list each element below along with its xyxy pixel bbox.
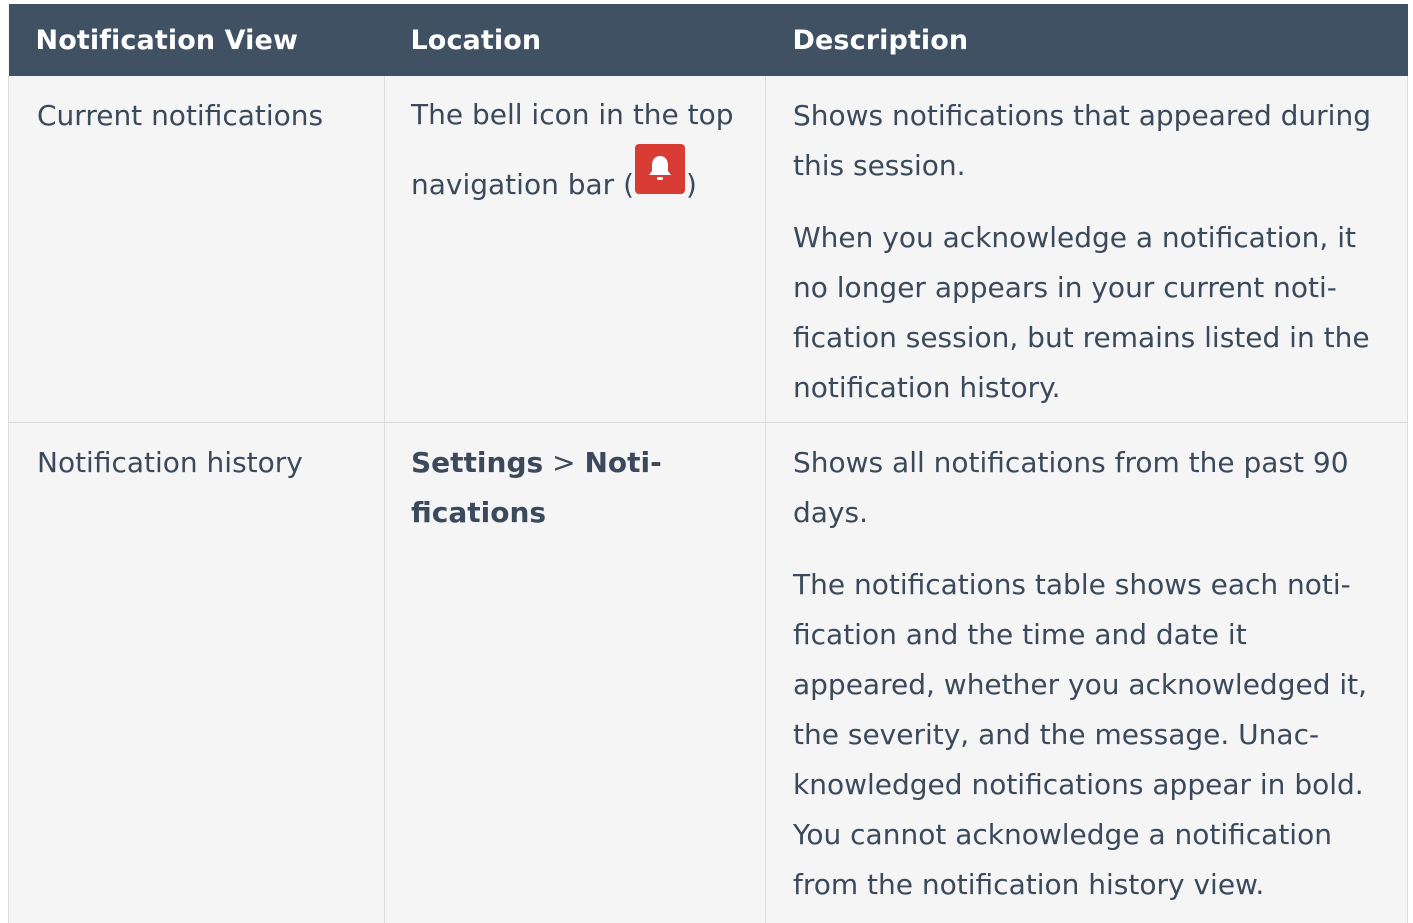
column-header-location: Location: [385, 4, 766, 76]
column-header-description: Description: [766, 4, 1408, 76]
column-header-notification-view: Notification View: [9, 4, 385, 76]
cell-view: Notification history: [9, 423, 385, 923]
table-header-row: Notification View Location Description: [9, 4, 1408, 76]
notification-views-table: Notification View Location Description C…: [8, 4, 1408, 923]
table-row: Notification history Settings > Noti­fic…: [9, 423, 1408, 923]
description-paragraph: When you acknowledge a notification, it …: [793, 213, 1381, 413]
bell-icon: [635, 144, 685, 194]
cell-location: The bell icon in the top navigation bar …: [385, 76, 766, 423]
menu-path-settings: Settings: [411, 446, 543, 479]
description-paragraph: Shows notifications that appeared during…: [793, 91, 1381, 191]
cell-view: Current notifications: [9, 76, 385, 423]
location-text: Settings > Noti­fications: [385, 423, 765, 538]
cell-description: Shows all notifications from the past 90…: [766, 423, 1408, 923]
table-body: Current notifications The bell icon in t…: [9, 76, 1408, 923]
cell-description: Shows notifications that appeared during…: [766, 76, 1408, 423]
description-paragraph: The notifications table shows each noti­…: [793, 560, 1381, 910]
cell-location: Settings > Noti­fications: [385, 423, 766, 923]
location-text-after: ): [686, 168, 697, 201]
table-header: Notification View Location Description: [9, 4, 1408, 76]
location-text: The bell icon in the top navigation bar …: [385, 76, 765, 220]
description-block: Shows notifications that appeared during…: [766, 76, 1407, 413]
view-name: Current notifications: [9, 76, 384, 141]
table-row: Current notifications The bell icon in t…: [9, 76, 1408, 423]
view-name: Notification history: [9, 423, 384, 488]
description-block: Shows all notifications from the past 90…: [766, 423, 1407, 910]
description-paragraph: Shows all notifications from the past 90…: [793, 438, 1381, 538]
menu-path-separator: >: [543, 446, 584, 479]
